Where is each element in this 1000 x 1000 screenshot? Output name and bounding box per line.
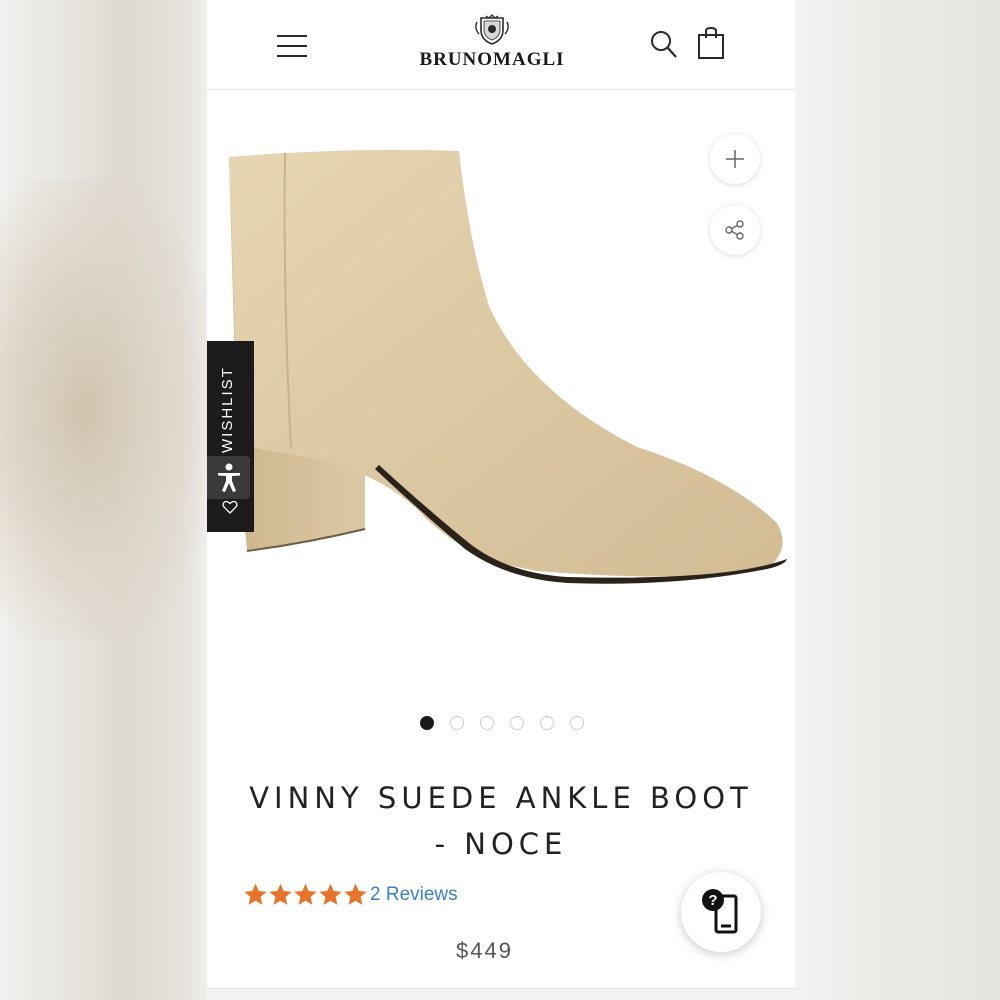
star-icon [294, 883, 317, 905]
star-icon [344, 883, 367, 905]
product-gallery[interactable] [207, 91, 795, 691]
gallery-dot-6[interactable] [570, 716, 584, 730]
plus-icon [726, 150, 744, 168]
search-icon[interactable] [650, 30, 678, 60]
background-blur-left [0, 180, 207, 640]
accessibility-icon [217, 463, 240, 492]
crest-icon [475, 14, 509, 45]
help-question-mark: ? [708, 892, 717, 909]
gallery-pagination [420, 716, 584, 730]
star-icon [319, 883, 342, 905]
accessibility-button[interactable] [207, 456, 250, 499]
heart-icon [222, 500, 238, 514]
star-icon [269, 883, 292, 905]
star-icon [244, 883, 267, 905]
product-title-line-2: - NOCE [434, 827, 568, 861]
gallery-dot-2[interactable] [450, 716, 464, 730]
product-image [229, 149, 787, 584]
brand-name: BRUNOMAGLI [419, 49, 565, 70]
gallery-dot-5[interactable] [540, 716, 554, 730]
gallery-dot-4[interactable] [510, 716, 524, 730]
wishlist-tab[interactable]: WISHLIST [207, 341, 254, 532]
help-chat-icon: ? [702, 889, 738, 934]
rating-stars [243, 882, 368, 907]
product-title-line-1: VINNY SUEDE ANKLE BOOT [249, 781, 753, 815]
site-header: BRUNOMAGLI [207, 0, 795, 90]
product-price: $449 [456, 938, 513, 963]
hamburger-menu-icon[interactable] [277, 34, 307, 58]
background-blur-right [795, 0, 1000, 1000]
gallery-dot-3[interactable] [480, 716, 494, 730]
shopping-bag-icon[interactable] [697, 26, 725, 60]
zoom-button[interactable] [710, 134, 760, 184]
brand-logo[interactable]: BRUNOMAGLI [407, 14, 577, 74]
share-icon [725, 220, 744, 240]
product-rating: 2 Reviews [243, 882, 458, 907]
help-chat-button[interactable]: ? [681, 872, 761, 952]
product-page: BRUNOMAGLI WISHLIST VINNY SUEDE ANKLE BO… [207, 0, 795, 1000]
bottom-bar-edge [207, 988, 795, 1000]
wishlist-label: WISHLIST [219, 366, 236, 453]
share-button[interactable] [710, 205, 760, 255]
reviews-link[interactable]: 2 Reviews [370, 884, 458, 906]
product-title: VINNY SUEDE ANKLE BOOT - NOCE [227, 775, 775, 867]
gallery-dot-1[interactable] [420, 716, 434, 730]
